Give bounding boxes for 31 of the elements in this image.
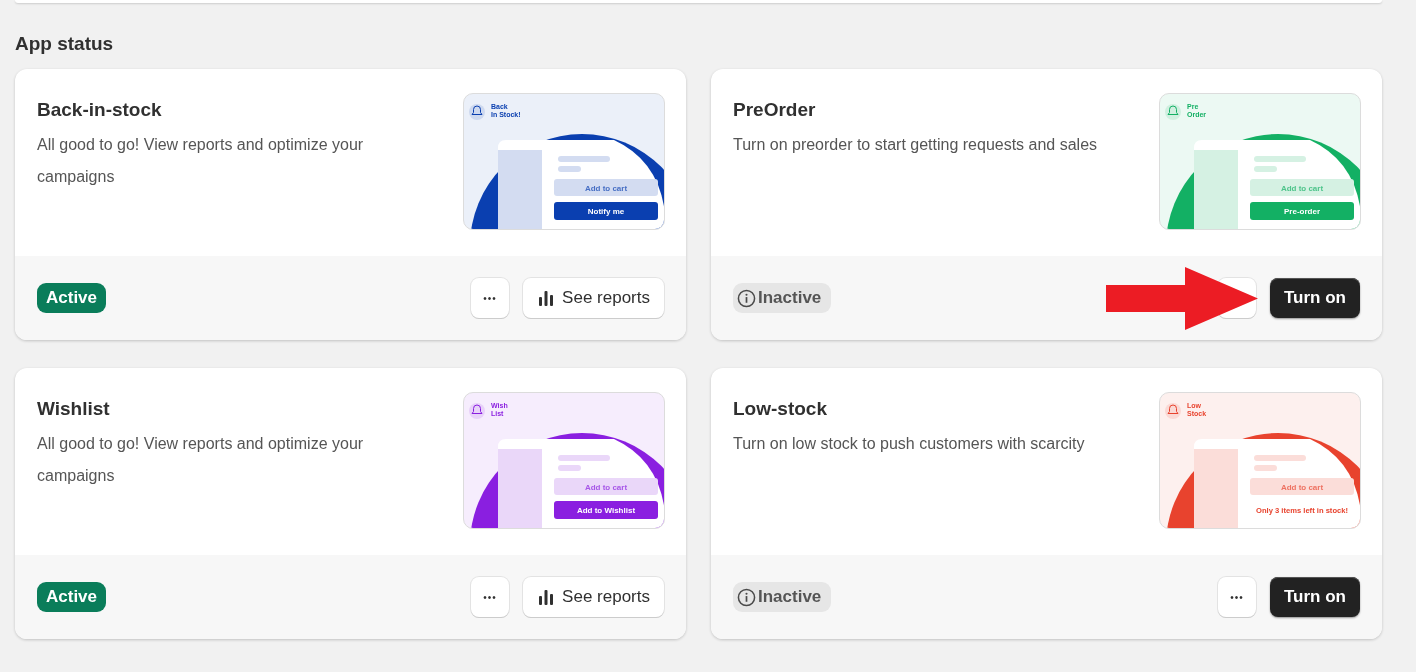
status-badge: Inactive xyxy=(733,283,832,313)
more-button[interactable]: ••• xyxy=(471,577,510,617)
preview-button-text: Notify me xyxy=(587,207,625,216)
status-badge: Active xyxy=(37,283,107,313)
preview-button-text: Add to cart xyxy=(584,482,628,492)
card-description: All good to go! View reports and optimize your campaigns xyxy=(37,135,365,187)
turn-on-button[interactable]: Turn on xyxy=(1270,278,1360,318)
bar-chart-icon xyxy=(537,289,556,307)
preview-button-text: Add to Wishlist xyxy=(576,506,636,515)
info-icon xyxy=(737,288,756,308)
card-title: Wishlist xyxy=(37,398,111,420)
more-button[interactable]: ••• xyxy=(471,278,510,318)
see-reports-button[interactable]: See reports xyxy=(523,278,664,318)
see-reports-button[interactable]: See reports xyxy=(523,577,664,617)
card-description: All good to go! View reports and optimize your campaigns xyxy=(37,434,365,486)
card-title: Back-in-stock xyxy=(37,99,163,121)
preview-button-text: Add to cart xyxy=(1280,183,1324,193)
card-description: Turn on preorder to start getting requests and sales xyxy=(733,135,1099,155)
preview-button-text: Add to cart xyxy=(1280,482,1324,492)
card-description: Turn on low stock to push customers with scarcity xyxy=(733,434,1086,454)
turn-on-button[interactable]: Turn on xyxy=(1270,577,1360,617)
preview-button-text: Add to cart xyxy=(584,183,628,193)
card-title: PreOrder xyxy=(733,99,817,121)
more-button[interactable]: ••• xyxy=(1218,577,1256,617)
status-badge: Inactive xyxy=(733,582,832,612)
card-title: Low-stock xyxy=(733,398,828,420)
bar-chart-icon xyxy=(537,588,556,606)
section-title: App status xyxy=(15,32,115,56)
preview-button-text: Pre-order xyxy=(1284,207,1320,216)
info-icon xyxy=(737,587,756,607)
status-badge: Active xyxy=(37,582,107,612)
